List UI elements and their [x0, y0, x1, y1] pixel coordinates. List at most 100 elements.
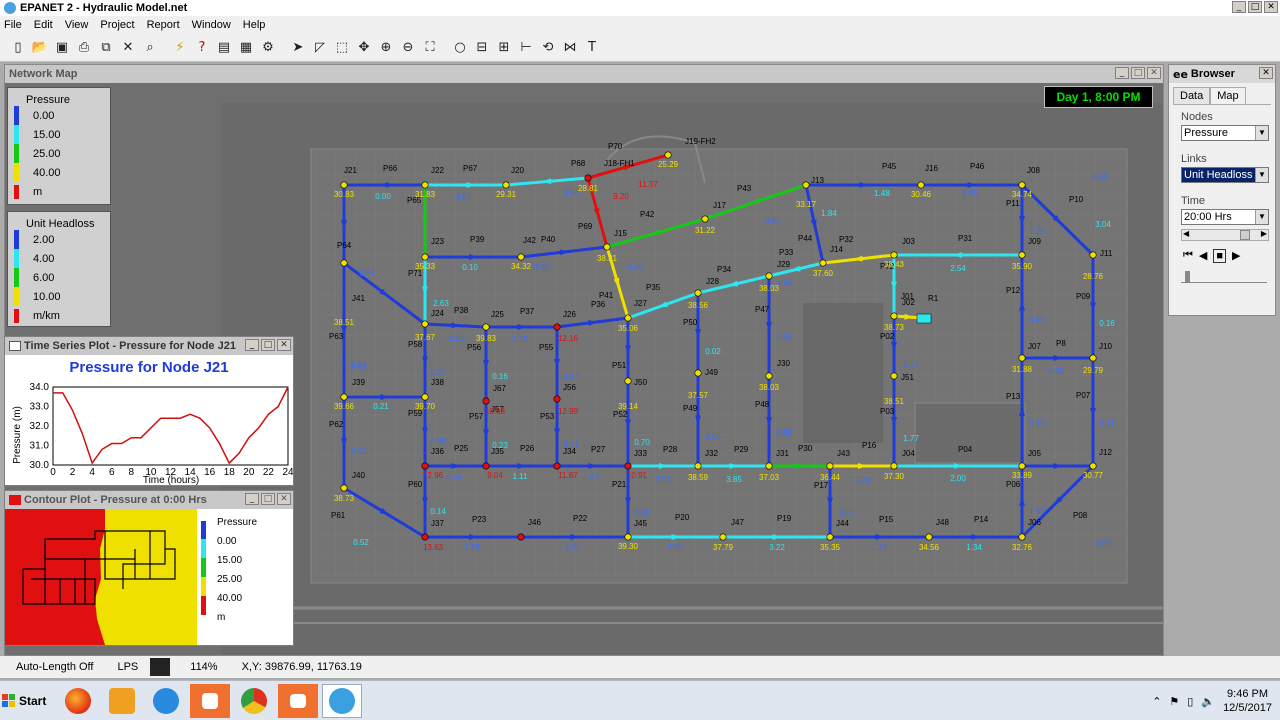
- junction-node[interactable]: [421, 462, 429, 470]
- ie-taskbar-button[interactable]: [146, 684, 186, 718]
- menu-window[interactable]: Window: [192, 19, 231, 31]
- junction-node[interactable]: [624, 533, 632, 541]
- menu-file[interactable]: File: [4, 19, 22, 31]
- ts-close-button[interactable]: ✕: [277, 339, 291, 351]
- junction-node[interactable]: [553, 323, 561, 331]
- pressure-legend[interactable]: Pressure 0.00 15.00 25.00 40.00 m: [7, 87, 111, 205]
- ts-minimize-button[interactable]: _: [245, 339, 259, 351]
- junction-node[interactable]: [624, 314, 632, 322]
- map-maximize-button[interactable]: □: [1131, 67, 1145, 79]
- junction-node[interactable]: [719, 533, 727, 541]
- junction-node[interactable]: [553, 462, 561, 470]
- menu-edit[interactable]: Edit: [34, 19, 53, 31]
- animation-speed-thumb[interactable]: [1185, 271, 1190, 283]
- junction-node[interactable]: [1018, 181, 1026, 189]
- junction-node[interactable]: [1018, 462, 1026, 470]
- full-extent-icon[interactable]: ⛶: [420, 38, 440, 58]
- time-series-chart[interactable]: Pressure for Node J21 Pressure (m) Time …: [5, 355, 294, 486]
- junction-node[interactable]: [802, 181, 810, 189]
- junction-node[interactable]: [517, 533, 525, 541]
- network-icon[interactable]: ▯: [1187, 695, 1193, 708]
- run-icon[interactable]: ⚡: [170, 38, 190, 58]
- junction-node[interactable]: [553, 395, 561, 403]
- junction-node[interactable]: [694, 462, 702, 470]
- reservoir-icon[interactable]: [916, 313, 932, 324]
- menu-project[interactable]: Project: [100, 19, 134, 31]
- junction-node[interactable]: [603, 243, 611, 251]
- junction-node[interactable]: [340, 393, 348, 401]
- animation-speed-slider[interactable]: [1181, 271, 1267, 283]
- junction-node[interactable]: [917, 181, 925, 189]
- menu-report[interactable]: Report: [147, 19, 180, 31]
- junction-node[interactable]: [765, 462, 773, 470]
- add-reservoir-icon[interactable]: ⊟: [472, 38, 492, 58]
- open-icon[interactable]: 📂: [30, 38, 50, 58]
- copy-icon[interactable]: ⧉: [96, 38, 116, 58]
- show-hidden-icon[interactable]: ⌃: [1152, 695, 1161, 708]
- junction-node[interactable]: [421, 181, 429, 189]
- junction-node[interactable]: [482, 462, 490, 470]
- time-select[interactable]: 20:00 Hrs ▼: [1181, 209, 1269, 225]
- epanet-taskbar-button[interactable]: [322, 683, 362, 718]
- junction-node[interactable]: [421, 253, 429, 261]
- add-pump-icon[interactable]: ⟲: [538, 38, 558, 58]
- junction-node[interactable]: [1018, 354, 1026, 362]
- junction-node[interactable]: [664, 151, 672, 159]
- junction-node[interactable]: [517, 253, 525, 261]
- menu-help[interactable]: Help: [243, 19, 266, 31]
- junction-node[interactable]: [421, 393, 429, 401]
- find-icon[interactable]: ⌕: [140, 38, 160, 58]
- junction-node[interactable]: [694, 369, 702, 377]
- links-select[interactable]: Unit Headloss ▼: [1181, 167, 1269, 183]
- forward-button[interactable]: ▶: [1232, 249, 1240, 263]
- junction-node[interactable]: [694, 289, 702, 297]
- media-player-taskbar-button[interactable]: [102, 684, 142, 718]
- minimize-button[interactable]: _: [1232, 1, 1246, 13]
- junction-node[interactable]: [765, 372, 773, 380]
- add-label-icon[interactable]: T: [582, 38, 602, 58]
- nodes-select[interactable]: Pressure ▼: [1181, 125, 1269, 141]
- flag-icon[interactable]: ⚑: [1169, 695, 1179, 708]
- headloss-legend[interactable]: Unit Headloss 2.00 4.00 6.00 10.00 m/km: [7, 211, 111, 327]
- junction-node[interactable]: [890, 462, 898, 470]
- menu-view[interactable]: View: [65, 19, 89, 31]
- back-button[interactable]: ◀: [1199, 249, 1207, 263]
- contour-minimize-button[interactable]: _: [245, 493, 259, 505]
- junction-node[interactable]: [482, 397, 490, 405]
- select-vertex-icon[interactable]: ◸: [310, 38, 330, 58]
- junction-node[interactable]: [701, 215, 709, 223]
- firefox-taskbar-button[interactable]: [58, 684, 98, 718]
- junction-node[interactable]: [624, 377, 632, 385]
- junction-node[interactable]: [624, 462, 632, 470]
- chevron-down-icon[interactable]: ▼: [1255, 168, 1268, 182]
- junction-node[interactable]: [819, 259, 827, 267]
- junction-node[interactable]: [584, 174, 592, 182]
- contour-close-button[interactable]: ✕: [277, 493, 291, 505]
- start-button[interactable]: Start: [2, 686, 54, 716]
- junction-node[interactable]: [1089, 462, 1097, 470]
- options-icon[interactable]: ⚙: [258, 38, 278, 58]
- junction-node[interactable]: [765, 272, 773, 280]
- junction-node[interactable]: [502, 181, 510, 189]
- query-icon[interactable]: ?: [192, 38, 212, 58]
- delete-icon[interactable]: ✕: [118, 38, 138, 58]
- auto-length-status[interactable]: Auto-Length Off: [0, 661, 105, 673]
- add-junction-icon[interactable]: ○: [450, 38, 470, 58]
- new-icon[interactable]: ▯: [8, 38, 28, 58]
- camera-taskbar-button[interactable]: [278, 683, 318, 718]
- contour-plot[interactable]: Pressure 0.00 15.00 25.00 40.00 m: [5, 509, 293, 645]
- close-button[interactable]: ✕: [1264, 1, 1278, 13]
- map-minimize-button[interactable]: _: [1115, 67, 1129, 79]
- map-close-button[interactable]: ✕: [1147, 67, 1161, 79]
- print-icon[interactable]: ⎙: [74, 38, 94, 58]
- time-scrollbar-thumb[interactable]: [1240, 230, 1250, 240]
- junction-node[interactable]: [925, 533, 933, 541]
- junction-node[interactable]: [826, 462, 834, 470]
- add-pipe-icon[interactable]: ⊢: [516, 38, 536, 58]
- junction-node[interactable]: [1018, 533, 1026, 541]
- junction-node[interactable]: [340, 181, 348, 189]
- add-valve-icon[interactable]: ⋈: [560, 38, 580, 58]
- pan-icon[interactable]: ✥: [354, 38, 374, 58]
- tab-map[interactable]: Map: [1210, 87, 1246, 104]
- select-object-icon[interactable]: ➤: [288, 38, 308, 58]
